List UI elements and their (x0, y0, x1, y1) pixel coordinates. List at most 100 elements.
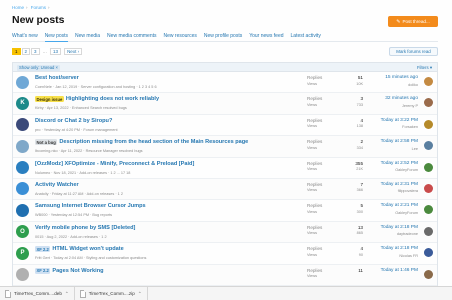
last-poster-avatar[interactable] (424, 98, 433, 108)
last-post-time[interactable]: Today at 2:21 PM (358, 203, 418, 208)
next-page-button[interactable]: Next › (64, 48, 83, 55)
thread-row[interactable]: XF 2.2 Pages Not Working Replies 11 Views Tod… (13, 264, 437, 286)
avatar-letter: P (20, 250, 25, 257)
last-poster-avatar[interactable] (424, 269, 433, 279)
last-post-user[interactable]: daytradeone (358, 232, 418, 236)
thread-row[interactable]: Not a bug Description missing from the he… (13, 136, 437, 158)
filter-chip-unread[interactable]: Show only: Unread × (17, 64, 60, 71)
thread-title-link[interactable]: Samsung Internet Browser Cursor Jumps (35, 203, 146, 209)
last-post-time[interactable]: Today at 1:46 PM (358, 268, 418, 273)
thread-prefix-badge[interactable]: XF 2.2 (35, 246, 51, 253)
thread-title-link[interactable]: Activity Watcher (35, 182, 79, 188)
chevron-up-icon[interactable]: ⌃ (138, 291, 142, 297)
tab-new-resources[interactable]: New resources (164, 33, 197, 42)
last-post-user[interactable]: Jeremy P (358, 104, 418, 108)
thread-title-link[interactable]: Verify mobile phone by SMS [Deleted] (35, 225, 135, 231)
post-thread-button[interactable]: ✎ Post thread... (388, 16, 438, 27)
thread-prefix-badge[interactable]: Not a bug (35, 139, 58, 146)
author-avatar[interactable] (16, 139, 29, 153)
last-post-user[interactable]: OakleyForum (358, 168, 418, 172)
views-label: Views (307, 102, 318, 107)
thread-title-link[interactable]: [OzzModz] XFOptimize - Minify, Preconnec… (35, 161, 194, 167)
last-post-info: Today at 2:58 PM Lee (358, 139, 418, 151)
thread-row[interactable]: O Verify mobile phone by SMS [Deleted] 001… (13, 221, 437, 244)
last-post-info: Today at 2:18 PM Nicolas FR (358, 246, 418, 258)
thread-title-link[interactable]: Discord or Chat 2 by Siropu? (35, 118, 112, 124)
last-post-time[interactable]: Today at 2:31 PM (358, 182, 418, 187)
last-poster-avatar[interactable] (424, 119, 433, 129)
thread-prefix-badge[interactable]: XF 2.2 (35, 267, 51, 274)
thread-row[interactable]: K Design issue Highlighting does not work … (13, 93, 437, 115)
thread-title-link[interactable]: Best host/server (35, 75, 79, 81)
author-avatar[interactable] (16, 182, 29, 196)
last-post-user[interactable]: doliko (358, 83, 418, 87)
author-avatar[interactable] (16, 268, 29, 282)
last-post-user[interactable]: Lee (358, 147, 418, 151)
tab-your-news-feed[interactable]: Your news feed (249, 33, 283, 42)
author-avatar[interactable] (16, 203, 29, 217)
last-poster-avatar[interactable] (424, 226, 433, 236)
last-post-info: 15 minutes ago doliko (358, 75, 418, 87)
thread-stats: Replies 3 Views 733 (307, 96, 363, 109)
tab-new-profile-posts[interactable]: New profile posts (204, 33, 242, 42)
last-poster-avatar[interactable] (424, 183, 433, 193)
mark-forums-read-button[interactable]: Mark forums read (389, 47, 438, 56)
thread-title-link[interactable]: HTML Widget won't update (52, 246, 123, 252)
last-poster-avatar[interactable] (424, 248, 433, 258)
chevron-up-icon[interactable]: ⌃ (65, 291, 69, 297)
breadcrumb-home[interactable]: Home (12, 5, 24, 10)
last-post-time[interactable]: 32 minutes ago (358, 96, 418, 101)
last-post-user[interactable]: Nicolas FR (358, 254, 418, 258)
tab-whats-new[interactable]: What's new (12, 33, 38, 42)
tab-latest-activity[interactable]: Latest activity (291, 33, 321, 42)
last-post-time[interactable]: 15 minutes ago (358, 75, 418, 80)
tab-new-media[interactable]: New media (75, 33, 100, 42)
last-post-time[interactable]: Today at 2:58 PM (358, 139, 418, 144)
last-post-time[interactable]: Today at 2:18 PM (358, 225, 418, 230)
last-post-time[interactable]: Today at 3:22 PM (358, 118, 418, 123)
page-13[interactable]: 13 (50, 48, 62, 55)
last-poster-avatar[interactable] (424, 205, 433, 215)
last-post-time[interactable]: Today at 2:18 PM (358, 246, 418, 251)
thread-meta: 0015 · Aug 2, 2022 · Add-on releases · 1… (35, 234, 107, 239)
download-item[interactable]: TimeTrex_Comm....deb ⌃ (0, 286, 75, 300)
breadcrumb-forums[interactable]: Forums (31, 5, 46, 10)
thread-title-link[interactable]: Highlighting does not work reliably (66, 96, 159, 102)
thread-row[interactable]: Activity Watcher Anatoliy · Friday at 11:… (13, 178, 437, 201)
tab-new-media-comments[interactable]: New media comments (107, 33, 156, 42)
last-post-user[interactable]: Forsaken (358, 125, 418, 129)
filters-button[interactable]: Filters ▾ (417, 65, 432, 71)
last-poster-avatar[interactable] (424, 141, 433, 151)
thread-prefix-badge[interactable]: Design issue (35, 96, 64, 103)
last-post-user[interactable]: OakleyForum (358, 211, 418, 215)
thread-title-line: Best host/server (35, 75, 79, 81)
page-2[interactable]: 2 (21, 48, 31, 55)
thread-row[interactable]: Discord or Chat 2 by Siropu? pro · Yester… (13, 115, 437, 137)
page-1[interactable]: 1 (12, 48, 21, 55)
thread-row[interactable]: [OzzModz] XFOptimize - Minify, Preconnec… (13, 158, 437, 179)
thread-title-link[interactable]: Pages Not Working (52, 268, 103, 274)
last-poster-avatar[interactable] (424, 162, 433, 172)
post-thread-label: Post thread... (402, 19, 430, 24)
author-avatar[interactable]: P (16, 246, 29, 260)
last-post-user[interactable]: filippovalera (358, 189, 418, 193)
thread-row[interactable]: P XF 2.2 HTML Widget won't update Fritt Ger… (13, 243, 437, 265)
thread-row[interactable]: Best host/server CoenNele · Jan 12, 2019 … (13, 72, 437, 94)
page-3[interactable]: 3 (31, 48, 40, 55)
author-avatar[interactable]: O (16, 225, 29, 239)
breadcrumb: Home › Forums › (12, 5, 52, 10)
author-avatar[interactable] (16, 75, 29, 89)
thread-stats: Replies 11 Views (307, 268, 363, 281)
thread-title-link[interactable]: Description missing from the head sectio… (59, 139, 248, 145)
last-post-info: Today at 2:18 PM daytradeone (358, 225, 418, 237)
thread-row[interactable]: Samsung Internet Browser Cursor Jumps WB0… (13, 200, 437, 222)
views-label: Views (307, 274, 318, 279)
last-poster-avatar[interactable] (424, 77, 433, 86)
author-avatar[interactable] (16, 118, 29, 132)
tab-new-posts[interactable]: New posts (44, 33, 69, 42)
author-avatar[interactable]: K (16, 96, 29, 110)
download-item[interactable]: TimeTrex_Comm....zip ⌃ (75, 286, 148, 300)
last-post-time[interactable]: Today at 2:52 PM (358, 161, 418, 166)
thread-stats: Replies 4 Views 90 (307, 246, 363, 259)
author-avatar[interactable] (16, 161, 29, 175)
